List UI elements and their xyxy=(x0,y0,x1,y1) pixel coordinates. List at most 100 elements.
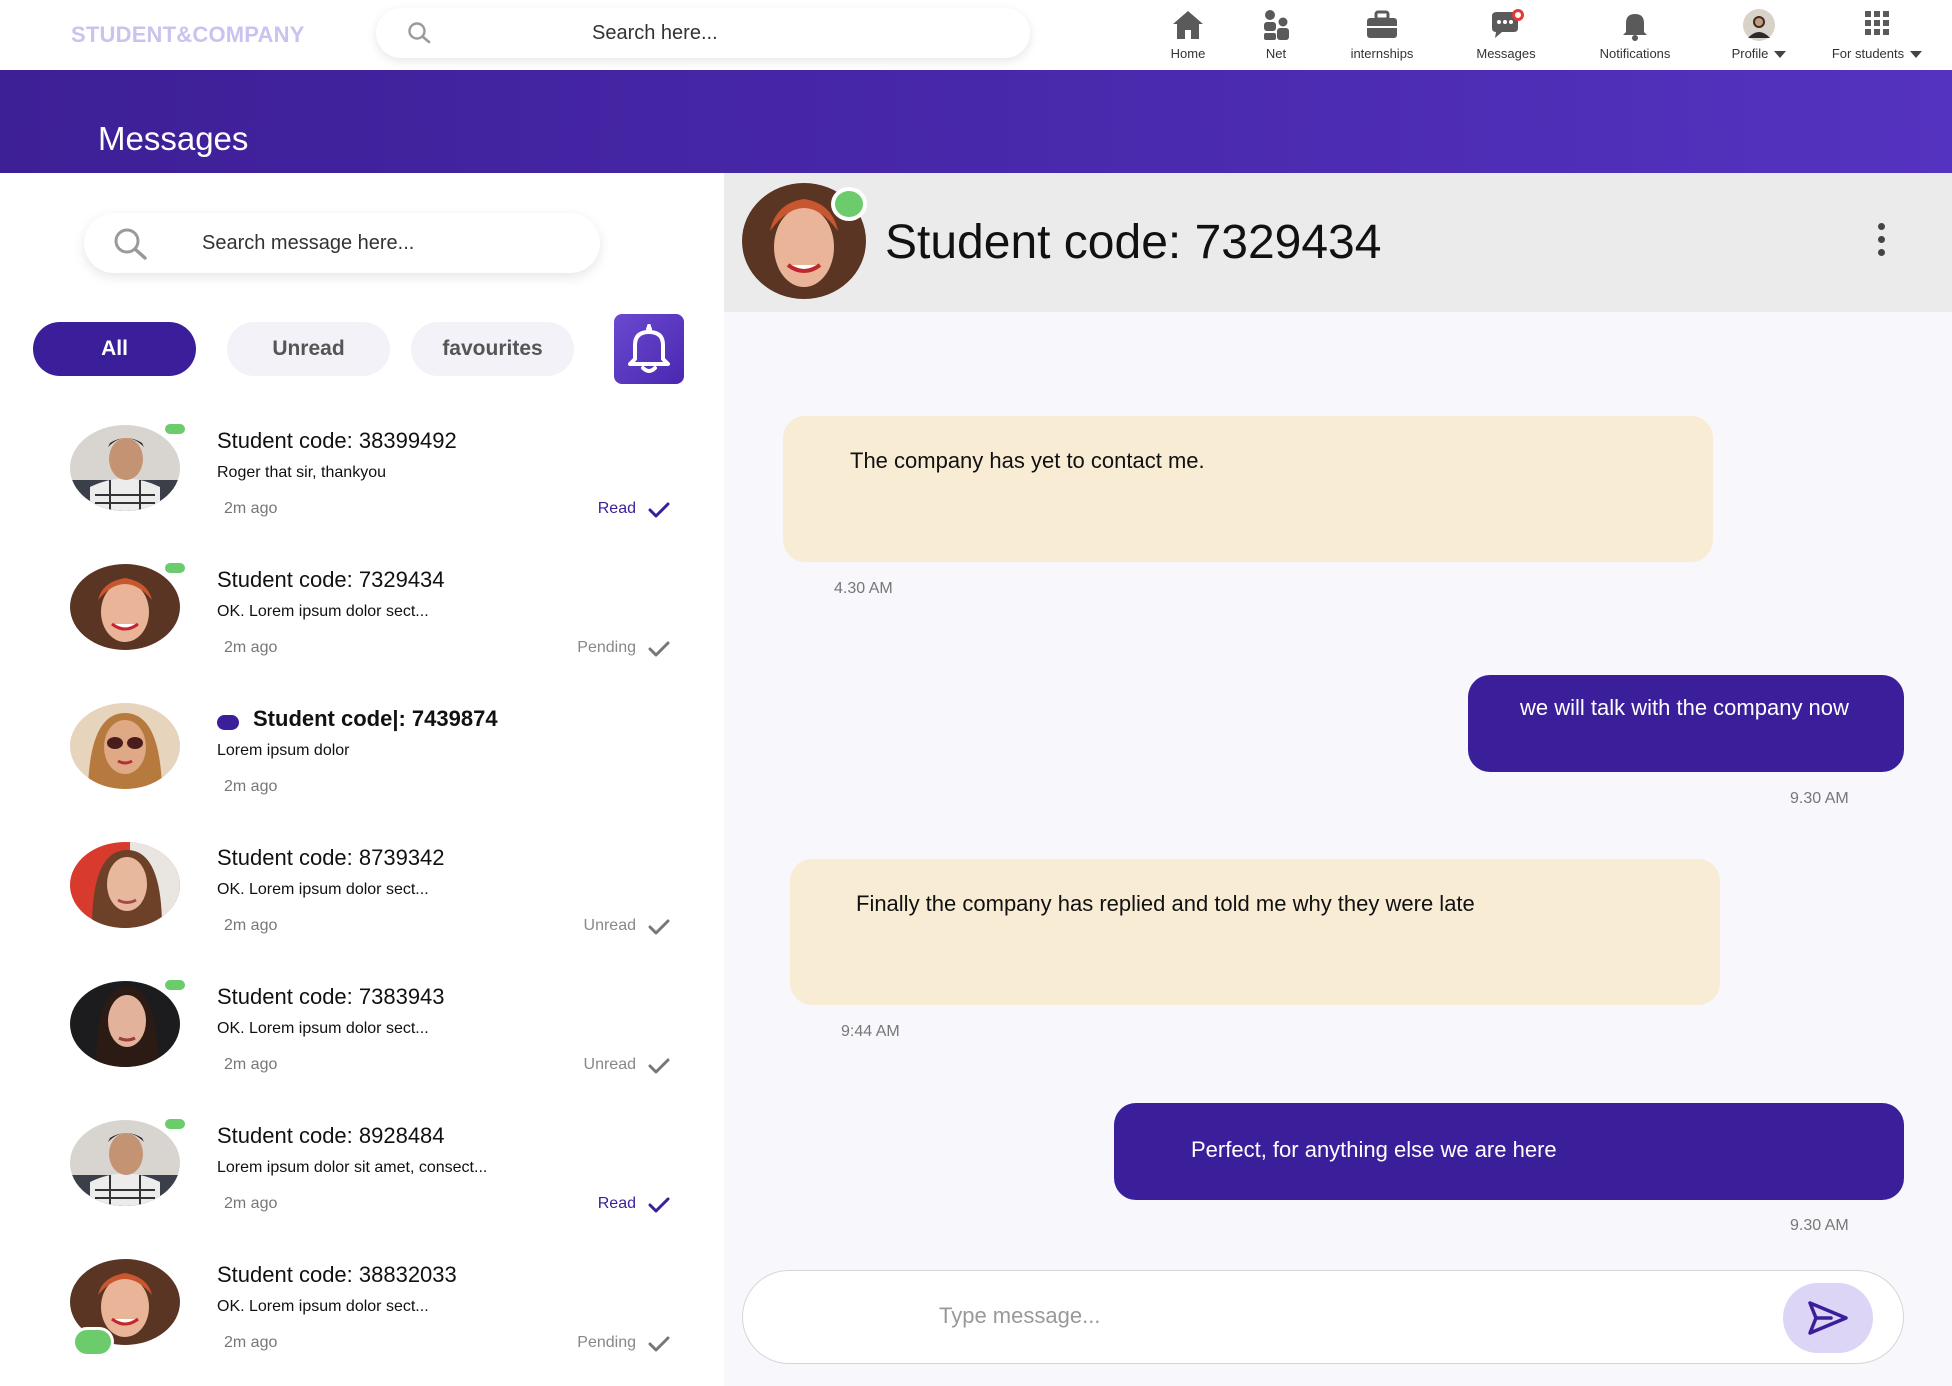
nav-for-students-label: For students xyxy=(1812,46,1942,61)
check-icon xyxy=(648,1058,670,1074)
avatar xyxy=(70,703,180,789)
search-icon xyxy=(114,228,147,260)
conversation-status: Unread xyxy=(583,917,636,934)
nav-notifications-label: Notifications xyxy=(1599,46,1671,61)
online-indicator xyxy=(831,187,867,221)
chevron-down-icon xyxy=(1774,51,1787,59)
message-time: 9.30 AM xyxy=(1790,790,1849,807)
chat-panel: Student code: 7329434 The company has ye… xyxy=(724,173,1952,1386)
message-search-placeholder: Search message here... xyxy=(202,232,415,254)
conversation-title: Student code: 38399492 xyxy=(217,428,457,453)
conversation-item[interactable]: Student code: 38832033 OK. Lorem ipsum d… xyxy=(0,1246,724,1385)
chat-icon xyxy=(1492,9,1524,38)
conversation-item[interactable]: Student code: 7329434 OK. Lorem ipsum do… xyxy=(0,551,724,690)
nav-notifications[interactable]: Notifications xyxy=(1575,6,1695,66)
search-icon xyxy=(408,22,431,44)
conversation-preview: Roger that sir, thankyou xyxy=(217,464,386,481)
conversation-time: 2m ago xyxy=(224,1195,278,1212)
avatar xyxy=(70,560,188,650)
unread-indicator xyxy=(217,715,239,730)
conversation-preview: Lorem ipsum dolor xyxy=(217,742,350,759)
conversation-item[interactable]: Student code: 8928484 Lorem ipsum dolor … xyxy=(0,1107,724,1246)
page-header-banner: Messages xyxy=(0,70,1952,173)
nav-profile[interactable]: Profile xyxy=(1699,6,1819,66)
nav-net-label: Net xyxy=(1265,46,1287,61)
avatar xyxy=(70,421,188,511)
check-icon xyxy=(648,502,670,518)
conversation-status: Pending xyxy=(577,639,636,656)
check-icon xyxy=(648,1197,670,1213)
send-button[interactable] xyxy=(1783,1283,1873,1353)
nav-net[interactable]: Net xyxy=(1216,6,1336,66)
nav-messages[interactable]: Messages xyxy=(1446,6,1566,66)
conversation-item[interactable]: Student code: 7383943 OK. Lorem ipsum do… xyxy=(0,968,724,1107)
conversation-title: Student code: 38832033 xyxy=(217,1262,457,1287)
nav-for-students[interactable]: For students xyxy=(1812,6,1942,66)
top-navbar: STUDENT&COMPANY Search here... Home Net … xyxy=(0,0,1952,70)
avatar xyxy=(70,1116,188,1206)
top-search-bar[interactable]: Search here... xyxy=(376,8,1030,58)
online-indicator xyxy=(162,977,188,993)
nav-internships-label: internships xyxy=(1350,46,1414,61)
page-title: Messages xyxy=(98,120,249,157)
online-indicator xyxy=(162,560,188,576)
more-options-icon[interactable] xyxy=(1874,223,1888,263)
conversation-status: Unread xyxy=(583,1056,636,1073)
message-composer[interactable]: Type message... xyxy=(742,1270,1904,1364)
conversation-preview: OK. Lorem ipsum dolor sect... xyxy=(217,603,429,620)
check-icon xyxy=(648,641,670,657)
message-text: we will talk with the company now xyxy=(1520,695,1849,720)
filter-all-button[interactable]: All xyxy=(33,322,196,376)
avatar xyxy=(1743,9,1775,41)
conversation-time: 2m ago xyxy=(224,778,278,795)
briefcase-icon xyxy=(1367,10,1397,38)
grid-icon xyxy=(1865,11,1889,35)
conversation-item[interactable]: Student code: 38399492 Roger that sir, t… xyxy=(0,412,724,551)
online-indicator xyxy=(72,1327,114,1357)
message-search-bar[interactable]: Search message here... xyxy=(84,213,600,273)
conversation-time: 2m ago xyxy=(224,1056,278,1073)
avatar xyxy=(70,977,188,1067)
conversation-title: Student code: 8928484 xyxy=(217,1123,445,1148)
chat-title: Student code: 7329434 xyxy=(885,216,1382,269)
conversation-preview: OK. Lorem ipsum dolor sect... xyxy=(217,1020,429,1037)
chevron-down-icon xyxy=(1910,51,1923,59)
message-text: Perfect, for anything else we are here xyxy=(1191,1137,1557,1162)
conversation-list-panel: Search message here... All Unread favour… xyxy=(0,173,724,1386)
bell-icon xyxy=(628,324,670,373)
conversation-time: 2m ago xyxy=(224,639,278,656)
top-search-placeholder: Search here... xyxy=(592,22,718,44)
notification-bell-button[interactable] xyxy=(614,314,684,384)
conversation-status: Pending xyxy=(577,1334,636,1351)
nav-profile-label: Profile xyxy=(1699,46,1819,61)
conversation-title: Student code: 7329434 xyxy=(217,567,445,592)
conversation-time: 2m ago xyxy=(224,917,278,934)
message-text: The company has yet to contact me. xyxy=(850,448,1205,473)
avatar xyxy=(70,1259,180,1357)
conversation-time: 2m ago xyxy=(224,1334,278,1351)
conversation-title: Student code: 7383943 xyxy=(217,984,445,1009)
check-icon xyxy=(648,1336,670,1352)
home-icon xyxy=(1173,11,1203,39)
conversation-status: Read xyxy=(597,1195,636,1212)
online-indicator xyxy=(162,1116,188,1132)
conversation-title: Student code|: 7439874 xyxy=(253,706,498,731)
app-logo[interactable]: STUDENT&COMPANY xyxy=(71,22,305,48)
online-indicator xyxy=(162,421,188,437)
conversation-item[interactable]: Student code|: 7439874 Lorem ipsum dolor… xyxy=(0,690,724,829)
conversation-preview: OK. Lorem ipsum dolor sect... xyxy=(217,881,429,898)
nav-internships[interactable]: internships xyxy=(1322,6,1442,66)
filter-favourites-button[interactable]: favourites xyxy=(411,322,574,376)
message-time: 4.30 AM xyxy=(834,580,893,597)
incoming-message-bubble: The company has yet to contact me. xyxy=(783,416,1713,562)
incoming-message-bubble: Finally the company has replied and told… xyxy=(790,859,1720,1005)
outgoing-message-bubble: Perfect, for anything else we are here xyxy=(1114,1103,1904,1200)
avatar xyxy=(70,842,180,928)
filter-unread-button[interactable]: Unread xyxy=(227,322,390,376)
message-text: Finally the company has replied and told… xyxy=(856,891,1475,916)
outgoing-message-bubble: we will talk with the company now xyxy=(1468,675,1904,772)
message-input-placeholder: Type message... xyxy=(939,1303,1101,1328)
message-time: 9:44 AM xyxy=(841,1023,900,1040)
conversation-item[interactable]: Student code: 8739342 OK. Lorem ipsum do… xyxy=(0,829,724,968)
conversation-preview: Lorem ipsum dolor sit amet, consect... xyxy=(217,1159,488,1176)
